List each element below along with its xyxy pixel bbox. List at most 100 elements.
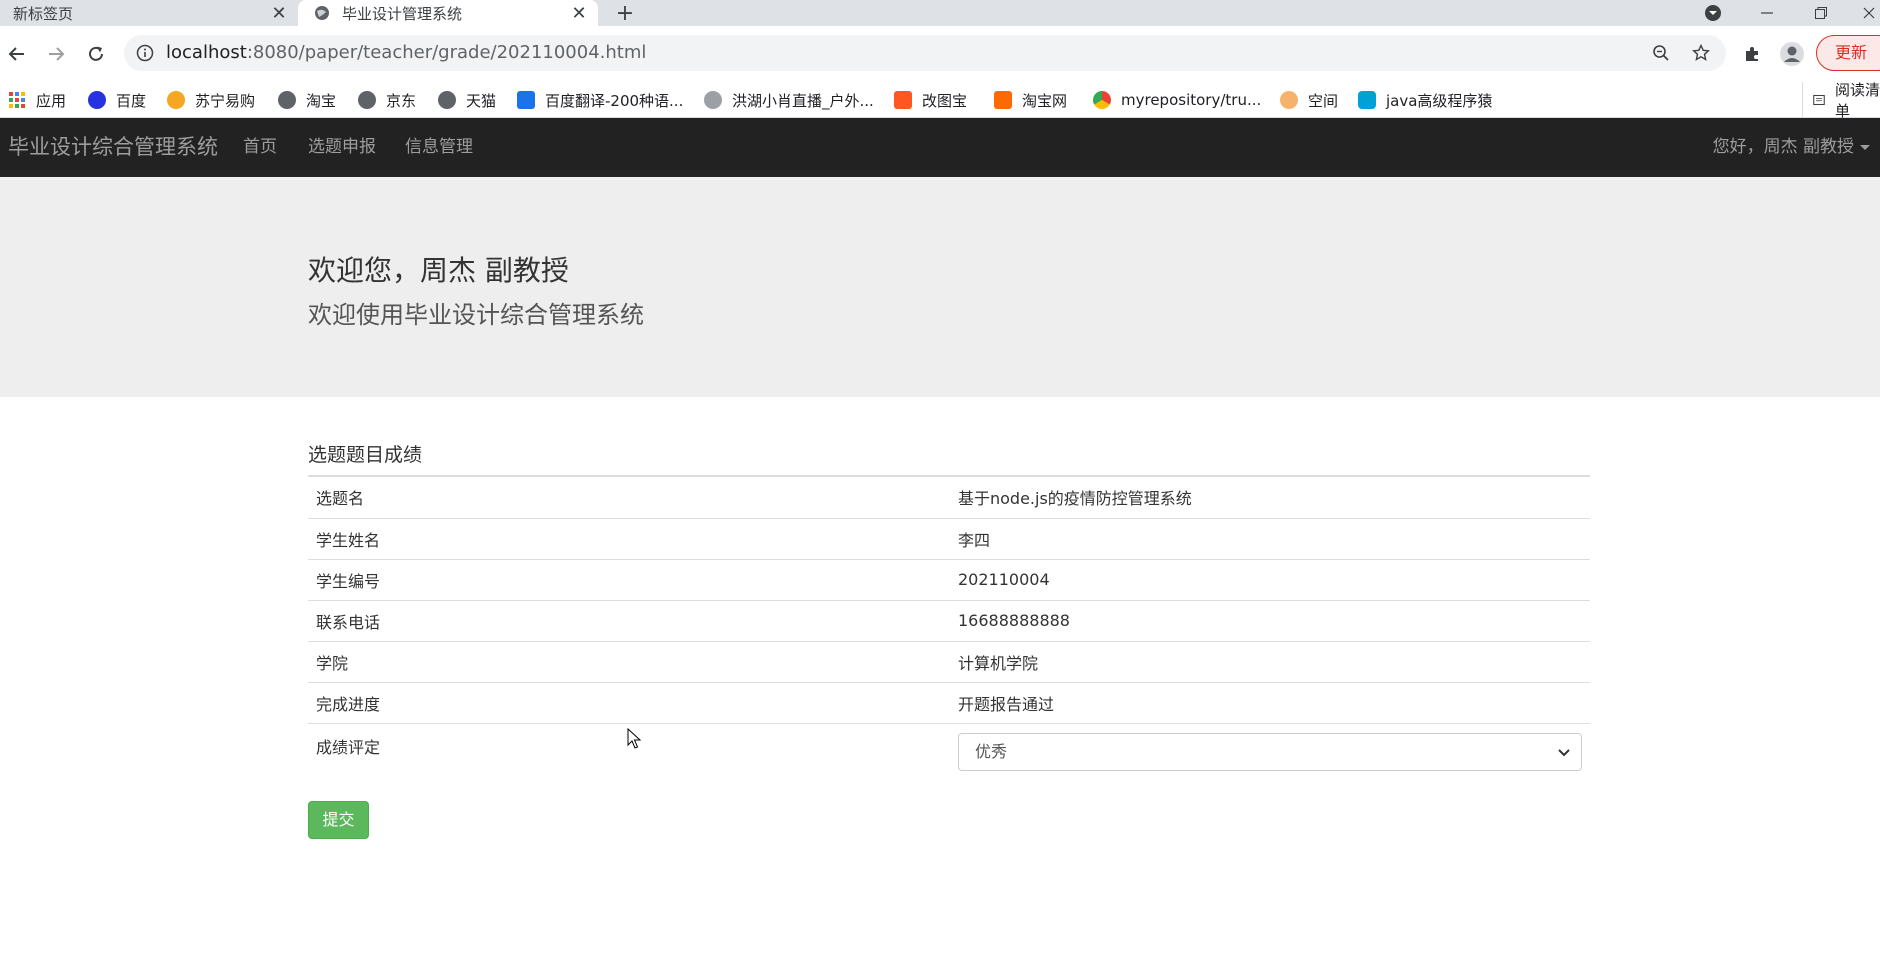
minimize-icon[interactable]	[1752, 0, 1782, 26]
bookmark-label: myrepository/tru...	[1121, 91, 1262, 109]
baidu-paw-icon	[88, 91, 106, 109]
profile-avatar-icon[interactable]	[1778, 40, 1806, 68]
nav-link-topic-apply[interactable]: 选题申报	[308, 118, 376, 177]
bookmark-label: 应用	[36, 91, 67, 110]
bookmark-suning[interactable]: 苏宁易购	[167, 82, 255, 118]
table-row: 选题名 基于node.js的疫情防控管理系统	[308, 477, 1590, 519]
url-text[interactable]: localhost:8080/paper/teacher/grade/20211…	[166, 35, 646, 71]
gaitubao-icon	[894, 91, 912, 109]
table-row: 学生编号 202110004	[308, 559, 1590, 601]
bookmark-label: 百度翻译-200种语...	[545, 91, 684, 110]
restore-icon[interactable]	[1806, 0, 1836, 26]
table-row: 学院 计算机学院	[308, 641, 1590, 683]
bookmarks-bar: 应用 百度 苏宁易购 淘宝 京东 天猫 百度翻译-200种语... 洪湖小肖直播…	[0, 81, 1880, 120]
taobao-icon	[994, 91, 1012, 109]
bookmark-qzone[interactable]: 空间	[1280, 82, 1338, 118]
new-tab-button[interactable]: +	[612, 0, 638, 26]
row-value: 计算机学院	[950, 641, 1590, 683]
close-icon[interactable]: ✕	[568, 2, 590, 24]
zoom-icon[interactable]	[1652, 44, 1670, 62]
info-icon[interactable]	[136, 44, 154, 62]
welcome-banner: 欢迎您，周杰 副教授 欢迎使用毕业设计综合管理系统	[0, 177, 1880, 397]
brand-link[interactable]: 毕业设计综合管理系统	[8, 118, 218, 177]
suning-icon	[167, 91, 185, 109]
bookmark-label: java高级程序猿	[1386, 91, 1493, 110]
welcome-title: 欢迎您，周杰 副教授	[308, 254, 569, 287]
section-title: 选题题目成绩	[308, 440, 1590, 477]
grade-panel: 选题题目成绩 选题名 基于node.js的疫情防控管理系统 学生姓名 李四 学生…	[308, 440, 1590, 839]
update-button[interactable]: 更新	[1816, 35, 1880, 71]
qzone-icon	[1280, 91, 1298, 109]
extensions-icon[interactable]	[1738, 40, 1766, 68]
bookmark-tmall[interactable]: 天猫	[438, 82, 496, 118]
bookmark-apps[interactable]: 应用	[8, 82, 66, 118]
bookmark-jd[interactable]: 京东	[358, 82, 416, 118]
row-value: 202110004	[950, 559, 1590, 601]
nav-link-home[interactable]: 首页	[243, 118, 277, 177]
close-icon[interactable]: ✕	[268, 2, 290, 24]
globe-icon	[278, 91, 296, 109]
row-label: 学生姓名	[308, 518, 950, 560]
bookmark-label: 天猫	[466, 91, 497, 110]
bookmark-baidu-translate[interactable]: 百度翻译-200种语...	[517, 82, 683, 118]
url-path: :8080/paper/teacher/grade/202110004.html	[246, 42, 647, 63]
translate-icon	[517, 91, 535, 109]
bookmark-taobao-net[interactable]: 淘宝网	[994, 82, 1067, 118]
bookmark-label: 苏宁易购	[195, 91, 256, 110]
bookmark-hongshu-live[interactable]: 洪湖小肖直播_户外...	[704, 82, 874, 118]
row-label: 选题名	[308, 477, 950, 519]
row-label: 学生编号	[308, 559, 950, 601]
chrome-icon	[1093, 91, 1111, 109]
bookmark-label: 百度	[116, 91, 147, 110]
forward-icon[interactable]	[40, 38, 72, 70]
star-icon[interactable]	[1692, 44, 1710, 62]
back-icon[interactable]	[1, 38, 33, 70]
bookmark-taobao[interactable]: 淘宝	[278, 82, 336, 118]
row-value: 开题报告通过	[950, 682, 1590, 724]
address-bar[interactable]: localhost:8080/paper/teacher/grade/20211…	[124, 35, 1726, 71]
window-close-icon[interactable]	[1858, 0, 1880, 26]
row-value: 基于node.js的疫情防控管理系统	[950, 477, 1590, 519]
reading-list-button[interactable]: 阅读清单	[1802, 81, 1880, 120]
url-host: localhost	[166, 42, 247, 63]
bookmark-label: 洪湖小肖直播_户外...	[732, 91, 874, 110]
row-value: 李四	[950, 518, 1590, 560]
rating-selected-value: 优秀	[975, 741, 1008, 761]
table-row: 联系电话 16688888888	[308, 600, 1590, 642]
tab-title: 新标签页	[13, 4, 74, 23]
row-label: 联系电话	[308, 600, 950, 642]
welcome-subtitle: 欢迎使用毕业设计综合管理系统	[308, 301, 644, 329]
nav-link-info-manage[interactable]: 信息管理	[405, 118, 473, 177]
bookmark-label: 空间	[1308, 91, 1339, 110]
chevron-down-icon	[1558, 748, 1570, 756]
tab-strip: 新标签页 ✕ 毕业设计管理系统 ✕ +	[0, 0, 1880, 26]
table-row: 学生姓名 李四	[308, 518, 1590, 560]
rating-select[interactable]: 优秀	[958, 732, 1582, 771]
globe-icon	[438, 91, 456, 109]
bookmark-label: 京东	[386, 91, 417, 110]
tab-title: 毕业设计管理系统	[342, 4, 463, 23]
row-label: 学院	[308, 641, 950, 683]
browser-toolbar: localhost:8080/paper/teacher/grade/20211…	[0, 26, 1880, 82]
grade-table: 选题名 基于node.js的疫情防控管理系统 学生姓名 李四 学生编号 2021…	[308, 477, 1590, 780]
tab-new-tab[interactable]: 新标签页 ✕	[0, 0, 298, 26]
bookmark-label: 改图宝	[922, 91, 968, 110]
bookmark-baidu[interactable]: 百度	[88, 82, 146, 118]
tab-search-icon[interactable]	[1700, 0, 1726, 26]
bookmark-myrepository[interactable]: myrepository/tru...	[1093, 82, 1261, 118]
row-value: 16688888888	[950, 600, 1590, 642]
reading-list-label: 阅读清单	[1835, 81, 1880, 120]
top-navbar: 毕业设计综合管理系统 首页 选题申报 信息管理 您好，周杰 副教授	[0, 118, 1880, 177]
user-greeting: 您好，周杰 副教授	[1712, 137, 1854, 157]
reading-list-icon	[1813, 94, 1825, 106]
user-dropdown[interactable]: 您好，周杰 副教授	[1713, 118, 1870, 177]
reload-icon[interactable]	[80, 38, 112, 70]
bookmark-java[interactable]: java高级程序猿	[1358, 82, 1492, 118]
submit-button[interactable]: 提交	[308, 801, 369, 839]
globe-icon	[358, 91, 376, 109]
bookmark-label: 淘宝	[306, 91, 337, 110]
tab-graduation-system[interactable]: 毕业设计管理系统 ✕	[298, 0, 598, 26]
bilibili-icon	[1358, 91, 1376, 109]
bookmark-gaitubao[interactable]: 改图宝	[894, 82, 967, 118]
table-row: 成绩评定 优秀	[308, 723, 1590, 780]
